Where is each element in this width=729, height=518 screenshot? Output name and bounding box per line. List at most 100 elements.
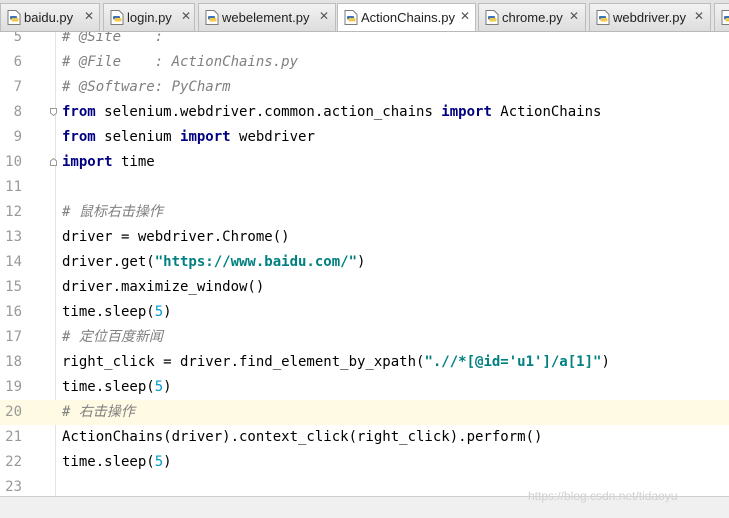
line-number: 19: [5, 379, 22, 395]
close-icon[interactable]: ✕: [181, 9, 191, 23]
code-text: driver.get("https://www.baidu.com/"): [62, 250, 365, 275]
python-file-icon: [721, 10, 729, 25]
line-number: 14: [5, 254, 22, 270]
line-number: 10: [5, 154, 22, 170]
line-number: 23: [5, 479, 22, 495]
code-text: right_click = driver.find_element_by_xpa…: [62, 350, 610, 375]
code-line[interactable]: 19 time.sleep(5): [0, 375, 729, 400]
python-file-icon: [205, 10, 219, 25]
import-name: time: [112, 154, 155, 170]
line-number: 17: [5, 329, 22, 345]
fold-marker-icon[interactable]: [50, 108, 57, 116]
current-code-line[interactable]: 20 # 右击操作: [0, 400, 729, 425]
call-text: driver.get(: [62, 254, 155, 270]
close-icon[interactable]: ✕: [84, 9, 94, 23]
code-text: ActionChains(driver).context_click(right…: [62, 429, 543, 445]
code-line[interactable]: 12 # 鼠标右击操作: [0, 200, 729, 225]
call-text: ): [601, 354, 610, 370]
line-number: 11: [5, 179, 22, 195]
code-text: # 右击操作: [62, 404, 135, 420]
code-line[interactable]: 10 import time: [0, 150, 729, 175]
tab-label: ActionChains.py: [361, 10, 455, 25]
python-file-icon: [596, 10, 610, 25]
code-line[interactable]: 16 time.sleep(5): [0, 300, 729, 325]
tab-label: baidu.py: [24, 10, 74, 25]
tab-webelement-py[interactable]: webelement.py ✕: [198, 3, 336, 31]
close-icon[interactable]: ✕: [569, 9, 579, 23]
code-text: driver = webdriver.Chrome(): [62, 229, 290, 245]
python-file-icon: [344, 10, 358, 25]
module-name: selenium.webdriver.common.action_chains: [95, 104, 442, 120]
watermark: https://blog.csdn.net/tidaoyu: [528, 489, 678, 503]
tab-login-py[interactable]: login.py ✕: [103, 3, 195, 31]
line-number: 13: [5, 229, 22, 245]
keyword: import: [62, 154, 113, 170]
python-file-icon: [110, 10, 124, 25]
code-text: time.sleep(5): [62, 450, 172, 475]
line-number: 20: [5, 404, 22, 420]
call-text: time.sleep(: [62, 304, 155, 320]
code-text: from selenium import webdriver: [62, 125, 315, 150]
code-line[interactable]: 18 right_click = driver.find_element_by_…: [0, 350, 729, 375]
call-text: right_click = driver.find_element_by_xpa…: [62, 354, 425, 370]
code-editor[interactable]: 5 # @Site : 6 # @File : ActionChains.py …: [0, 32, 729, 496]
code-text: # @File : ActionChains.py: [62, 54, 299, 70]
fold-marker-icon[interactable]: [50, 158, 57, 166]
tab-actionchains-py[interactable]: ActionChains.py ✕: [337, 3, 476, 31]
close-icon[interactable]: ✕: [694, 9, 704, 23]
string-literal: "https://www.baidu.com/": [154, 254, 358, 270]
call-text: ): [357, 254, 366, 270]
tab-label: webelement.py: [222, 10, 310, 25]
line-number: 6: [13, 54, 22, 70]
tab-chrome-py[interactable]: chrome.py ✕: [478, 3, 586, 31]
keyword: import: [180, 129, 231, 145]
code-line[interactable]: 13 driver = webdriver.Chrome(): [0, 225, 729, 250]
code-line[interactable]: 14 driver.get("https://www.baidu.com/"): [0, 250, 729, 275]
tab-label: webdriver.py: [613, 10, 686, 25]
import-name: ActionChains: [491, 104, 602, 120]
line-number: 5: [13, 32, 22, 45]
line-number: 9: [13, 129, 22, 145]
line-number: 12: [5, 204, 22, 220]
code-line[interactable]: 11: [0, 175, 729, 200]
code-line[interactable]: 7 # @Software: PyCharm: [0, 75, 729, 100]
call-text: time.sleep(: [62, 379, 155, 395]
code-line[interactable]: 5 # @Site :: [0, 32, 729, 50]
code-line[interactable]: 9 from selenium import webdriver: [0, 125, 729, 150]
keyword: from: [62, 129, 96, 145]
code-line[interactable]: 22 time.sleep(5): [0, 450, 729, 475]
close-icon[interactable]: ✕: [319, 9, 329, 23]
line-number: 22: [5, 454, 22, 470]
keyword: import: [441, 104, 492, 120]
line-number: 18: [5, 354, 22, 370]
call-text: ): [163, 454, 172, 470]
tab-label: login.py: [127, 10, 172, 25]
call-text: ): [163, 379, 172, 395]
code-text: time.sleep(5): [62, 375, 172, 400]
tab-label: chrome.py: [502, 10, 563, 25]
code-line[interactable]: 6 # @File : ActionChains.py: [0, 50, 729, 75]
code-line[interactable]: 15 driver.maximize_window(): [0, 275, 729, 300]
code-line[interactable]: 21 ActionChains(driver).context_click(ri…: [0, 425, 729, 450]
tab-baidu-py[interactable]: baidu.py ✕: [0, 3, 100, 31]
close-icon[interactable]: ✕: [460, 9, 470, 23]
string-literal: ".//*[@id='u1']/a[1]": [424, 354, 602, 370]
line-number: 16: [5, 304, 22, 320]
code-text: import time: [62, 150, 155, 175]
code-text: # 鼠标右击操作: [62, 204, 163, 220]
code-text: # @Software: PyCharm: [62, 79, 231, 95]
tab-webdriver-py[interactable]: webdriver.py ✕: [589, 3, 711, 31]
code-line[interactable]: 8 from selenium.webdriver.common.action_…: [0, 100, 729, 125]
code-line[interactable]: 17 # 定位百度新闻: [0, 325, 729, 350]
code-text: from selenium.webdriver.common.action_ch…: [62, 100, 601, 125]
call-text: ): [163, 304, 172, 320]
keyword: from: [62, 104, 96, 120]
code-text: # @Site :: [62, 32, 164, 45]
number-literal: 5: [154, 379, 164, 395]
line-number: 8: [13, 104, 22, 120]
python-file-icon: [485, 10, 499, 25]
call-text: time.sleep(: [62, 454, 155, 470]
number-literal: 5: [154, 454, 164, 470]
tab-overflow[interactable]: [714, 3, 729, 31]
line-number: 7: [13, 79, 22, 95]
